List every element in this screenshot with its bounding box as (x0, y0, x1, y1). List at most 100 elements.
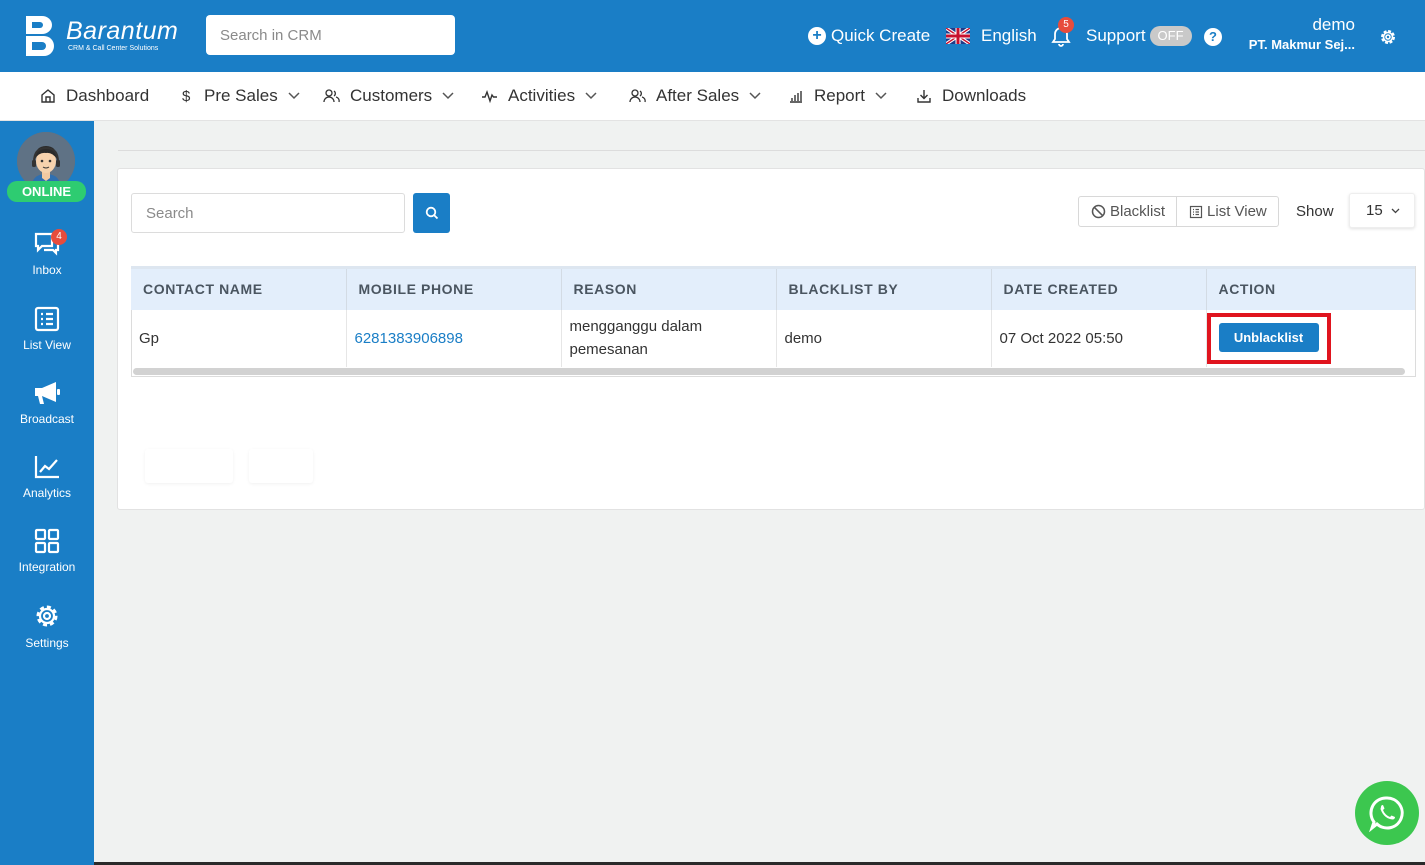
table-row: Gp 6281383906898 mengganggu dalam pemesa… (131, 309, 1415, 367)
blacklist-button[interactable]: Blacklist (1079, 197, 1176, 226)
column-header: ACTION (1206, 266, 1415, 310)
mobile-phone-link[interactable]: 6281383906898 (346, 309, 562, 367)
list-view-label: List View (1207, 203, 1267, 220)
sidebar-item-label: List View (23, 338, 71, 352)
unblacklist-button[interactable]: Unblacklist (1218, 322, 1319, 352)
nav-pre-sales[interactable]: $ Pre Sales (180, 86, 300, 106)
uk-flag-icon (946, 28, 970, 44)
home-icon (41, 89, 55, 103)
column-header[interactable]: REASON (561, 266, 777, 310)
support-toggle[interactable]: Support OFF (1086, 24, 1192, 48)
blacklist-panel: Blacklist List View Show 15 CONTACT NAME… (117, 168, 1425, 510)
divider (118, 150, 1425, 151)
barantum-logo-icon (26, 16, 54, 56)
sidebar-item-analytics[interactable]: Analytics (0, 454, 94, 500)
column-header[interactable]: CONTACT NAME (131, 266, 347, 310)
logo-name: Barantum (66, 16, 179, 45)
blacklist-table: CONTACT NAME MOBILE PHONE REASON BLACKLI… (131, 266, 1415, 367)
sidebar-item-list-view[interactable]: List View (0, 306, 94, 352)
nav-report[interactable]: Report (788, 86, 887, 106)
top-bar: Barantum CRM & Call Center Solutions + Q… (0, 0, 1425, 72)
nav-customers[interactable]: Customers (323, 86, 454, 106)
svg-text:$: $ (182, 88, 191, 104)
horizontal-scrollbar[interactable] (133, 368, 1405, 375)
user-menu[interactable]: demo PT. Makmur Sej... (1249, 14, 1355, 54)
nav-after-sales[interactable]: After Sales (629, 86, 761, 106)
page-size-select[interactable]: 15 (1349, 193, 1415, 228)
column-header[interactable]: MOBILE PHONE (346, 266, 562, 310)
whatsapp-icon (1369, 796, 1404, 832)
list-view-button[interactable]: List View (1176, 197, 1278, 226)
crm-search-input[interactable] (206, 15, 455, 55)
sidebar-item-integration[interactable]: Integration (0, 528, 94, 574)
language-selector[interactable]: English (946, 24, 1037, 48)
line-chart-icon (34, 456, 59, 479)
notification-badge: 5 (1058, 17, 1074, 33)
help-icon[interactable]: ? (1204, 28, 1222, 46)
sidebar-item-label: Inbox (32, 263, 62, 277)
blacklist-by-cell: demo (776, 309, 992, 367)
view-toggle-group: Blacklist List View (1078, 196, 1279, 227)
chevron-down-icon (875, 92, 887, 100)
chevron-down-icon (288, 92, 300, 100)
sidebar-item-label: Broadcast (19, 412, 75, 426)
ban-icon (1091, 204, 1106, 219)
nav-label: Activities (508, 86, 576, 105)
nav-label: Report (814, 86, 866, 105)
chevron-down-icon (442, 92, 454, 100)
nav-label: After Sales (656, 86, 740, 105)
column-header[interactable]: DATE CREATED (991, 266, 1207, 310)
online-status-badge[interactable]: ONLINE (7, 181, 86, 202)
date-created-cell: 07 Oct 2022 05:50 (991, 309, 1207, 367)
company-name: PT. Makmur Sej... (1248, 37, 1355, 52)
language-label: English (981, 26, 1037, 45)
inbox-badge: 4 (51, 229, 67, 245)
sidebar-item-label: Integration (18, 560, 76, 574)
show-label: Show (1296, 203, 1334, 220)
plus-circle-icon: + (808, 27, 826, 45)
bar-chart-icon (790, 91, 802, 103)
support-off-switch[interactable]: OFF (1149, 26, 1192, 46)
quick-create-button[interactable]: + Quick Create (808, 24, 930, 48)
gear-icon (36, 605, 58, 627)
chevron-down-icon (1391, 208, 1400, 213)
gear-icon[interactable] (1378, 27, 1398, 47)
main-nav: Dashboard $ Pre Sales Customers Activiti… (0, 72, 1425, 121)
sidebar-item-label: Settings (25, 636, 69, 650)
users-icon (629, 89, 646, 103)
nav-label: Dashboard (66, 86, 150, 105)
table-header-row: CONTACT NAME MOBILE PHONE REASON BLACKLI… (131, 266, 1415, 310)
nav-activities[interactable]: Activities (481, 86, 597, 106)
sidebar: ONLINE Inbox 4 List View Broadcast Analy… (0, 121, 94, 865)
logo[interactable]: Barantum CRM & Call Center Solutions (22, 14, 178, 56)
highlight-box: Unblacklist (1206, 312, 1331, 364)
nav-downloads[interactable]: Downloads (916, 86, 1026, 106)
grid-icon (34, 528, 60, 554)
users-icon (323, 89, 340, 103)
contact-name-cell: Gp (131, 309, 347, 367)
logo-tagline: CRM & Call Center Solutions (68, 44, 159, 52)
support-label: Support (1086, 26, 1146, 45)
pagination-prev[interactable] (145, 449, 233, 483)
download-icon (917, 90, 931, 103)
whatsapp-button[interactable] (1355, 781, 1419, 845)
sidebar-item-broadcast[interactable]: Broadcast (0, 380, 94, 426)
list-icon (1189, 205, 1203, 218)
nav-label: Pre Sales (204, 86, 278, 105)
nav-label: Downloads (942, 86, 1027, 105)
reason-cell: mengganggu dalam pemesanan (561, 309, 777, 367)
search-button[interactable] (413, 193, 450, 233)
page-size-value: 15 (1366, 202, 1383, 219)
nav-label: Customers (350, 86, 433, 105)
quick-create-label: Quick Create (831, 26, 931, 45)
column-header[interactable]: BLACKLIST BY (776, 266, 992, 310)
sidebar-item-inbox[interactable]: Inbox 4 (0, 229, 94, 277)
activity-icon (482, 89, 497, 104)
search-input[interactable] (131, 193, 405, 233)
user-name: demo (1312, 15, 1355, 34)
nav-dashboard[interactable]: Dashboard (40, 86, 149, 106)
pagination-next[interactable] (249, 449, 313, 483)
list-icon (34, 306, 60, 332)
search-icon (425, 206, 438, 220)
sidebar-item-settings[interactable]: Settings (0, 602, 94, 650)
